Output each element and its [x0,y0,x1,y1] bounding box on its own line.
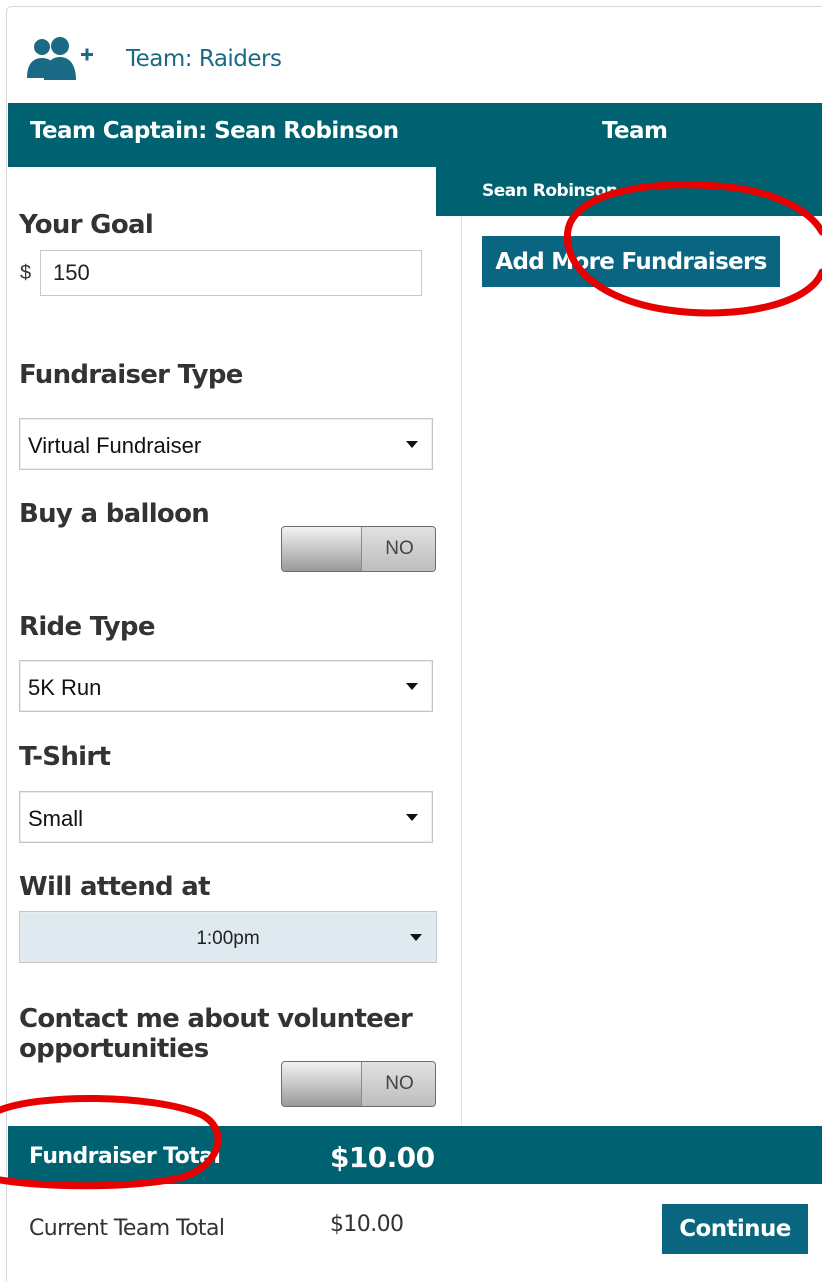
currency-symbol: $ [20,262,32,284]
balloon-label: Buy a balloon [19,499,210,529]
team-total-label: Current Team Total [29,1216,225,1241]
continue-button[interactable]: Continue [662,1204,808,1254]
tab-team-captain[interactable]: Team Captain: Sean Robinson [30,118,399,144]
ride-type-value: 5K Run [28,675,102,700]
goal-input[interactable] [40,250,422,296]
tab-team[interactable]: Team [602,118,668,144]
team-name: Team: Raiders [126,46,282,72]
tshirt-value: Small [28,806,84,831]
fundraiser-type-value: Virtual Fundraiser [28,433,202,458]
ride-type-label: Ride Type [19,612,155,642]
chevron-down-icon [406,441,418,448]
attend-time-value: 1:00pm [196,928,260,949]
column-divider [461,216,462,1126]
volunteer-label-line2: opportunities [19,1034,209,1064]
attend-label: Will attend at [19,872,211,902]
fundraiser-type-select[interactable]: Virtual Fundraiser [19,418,433,470]
tshirt-label: T-Shirt [19,742,111,772]
chevron-down-icon [406,683,418,690]
team-member-name[interactable]: Sean Robinson [482,181,618,201]
volunteer-toggle[interactable]: NO [281,1061,436,1107]
toggle-state: NO [362,1062,435,1106]
fundraiser-total-value: $10.00 [330,1141,435,1174]
toggle-state: NO [362,527,435,571]
ride-type-select[interactable]: 5K Run [19,660,433,712]
balloon-toggle[interactable]: NO [281,526,436,572]
chevron-down-icon [406,814,418,821]
chevron-down-icon [410,934,422,941]
toggle-knob [282,527,362,571]
fundraiser-type-label: Fundraiser Type [19,360,243,390]
team-total-value: $10.00 [330,1212,404,1237]
add-users-icon [27,37,93,80]
tshirt-select[interactable]: Small [19,791,433,843]
toggle-knob [282,1062,362,1106]
volunteer-label-line1: Contact me about volunteer [19,1004,413,1034]
goal-label: Your Goal [19,210,154,240]
add-more-fundraisers-button[interactable]: Add More Fundraisers [482,236,780,287]
fundraiser-total-label: Fundraiser Total [29,1144,221,1169]
attend-time-select[interactable]: 1:00pm [19,911,437,963]
